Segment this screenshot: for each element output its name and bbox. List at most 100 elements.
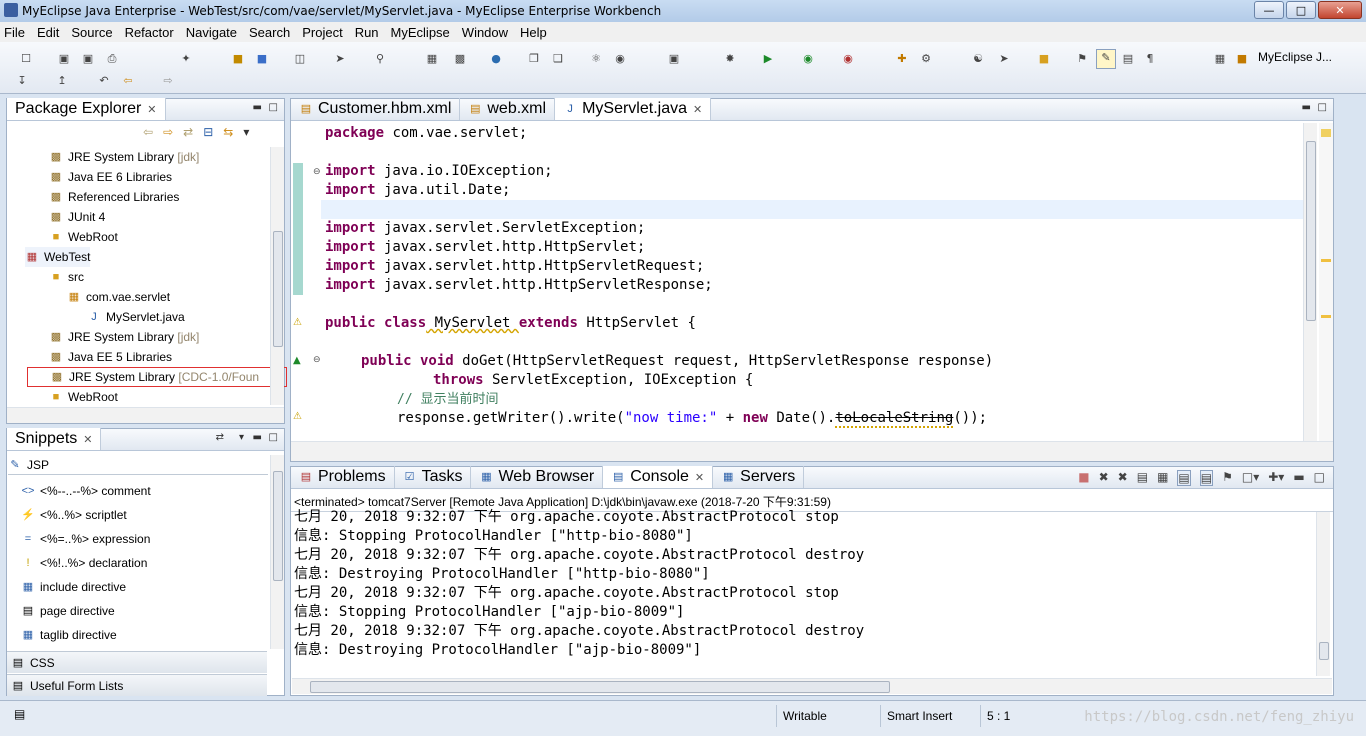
- collapse-all-icon[interactable]: ⊟: [203, 125, 213, 139]
- tab-web-browser[interactable]: ▦ Web Browser: [471, 466, 604, 488]
- menu-search[interactable]: Search: [249, 25, 290, 40]
- hscroll-thumb[interactable]: [310, 681, 890, 693]
- code-line[interactable]: response.getWriter().write("now time:" +…: [397, 409, 987, 428]
- forward-arrow-icon[interactable]: ⇨: [160, 73, 176, 89]
- maximize-view-icon[interactable]: □: [269, 102, 278, 113]
- scroll-thumb[interactable]: [273, 231, 283, 347]
- pin-console-icon[interactable]: ⚑: [1222, 470, 1233, 486]
- close-icon[interactable]: ✕: [693, 103, 702, 116]
- explorer-scrollbar[interactable]: [270, 147, 284, 405]
- back-icon[interactable]: ↶: [96, 73, 112, 89]
- menu-project[interactable]: Project: [302, 25, 342, 40]
- bug-icon[interactable]: ✸: [722, 51, 738, 67]
- copy-icon[interactable]: ❐: [526, 51, 542, 67]
- tab-customer-hbm[interactable]: ▤ Customer.hbm.xml: [291, 98, 461, 120]
- console-line[interactable]: 七月 20, 2018 9:32:07 下午 org.apache.coyote…: [294, 508, 839, 527]
- save-icon[interactable]: ▣: [56, 51, 72, 67]
- link-with-editor-icon[interactable]: ⇆: [223, 125, 233, 139]
- close-icon[interactable]: ✕: [83, 433, 92, 446]
- scroll-thumb[interactable]: [273, 471, 283, 581]
- minimize-view-icon[interactable]: ▬: [253, 432, 262, 443]
- menu-myeclipse[interactable]: MyEclipse: [391, 25, 450, 40]
- web-icon[interactable]: ●: [488, 51, 504, 67]
- clear-console-icon[interactable]: ▦: [1157, 470, 1168, 486]
- snippet-item[interactable]: ! <%!..%> declaration: [21, 553, 147, 573]
- tree-item[interactable]: ▩ JRE System Library [jdk]: [49, 327, 200, 347]
- scroll-lock-icon[interactable]: ▤: [1137, 470, 1148, 486]
- remove-all-icon[interactable]: ✖: [1118, 470, 1128, 486]
- external-tools-icon[interactable]: ◉: [840, 51, 856, 67]
- code-line[interactable]: import javax.servlet.http.HttpServletReq…: [325, 257, 704, 276]
- show-on-output-icon[interactable]: ▤: [1199, 470, 1214, 486]
- menu-navigate[interactable]: Navigate: [186, 25, 237, 40]
- code-line[interactable]: import javax.servlet.http.HttpServletRes…: [325, 276, 713, 295]
- tree-item[interactable]: ▩ Java EE 6 Libraries: [49, 167, 172, 187]
- view-menu-icon[interactable]: ▾: [239, 432, 244, 443]
- snippet-item[interactable]: ▤ page directive: [21, 601, 115, 621]
- console-line[interactable]: 七月 20, 2018 9:32:07 下午 org.apache.coyote…: [294, 622, 864, 641]
- open-console-icon[interactable]: ✚▾: [1268, 470, 1284, 486]
- editor-hscroll[interactable]: [291, 441, 1333, 461]
- folder-icon[interactable]: ■: [1036, 51, 1052, 67]
- snippet-insert-icon[interactable]: ⇄: [216, 432, 224, 443]
- maximize-view-icon[interactable]: □: [1314, 470, 1325, 486]
- code-line[interactable]: package com.vae.servlet;: [325, 124, 527, 143]
- maximize-view-icon[interactable]: □: [1318, 102, 1327, 113]
- minimize-view-icon[interactable]: ▬: [253, 102, 262, 113]
- menu-edit[interactable]: Edit: [37, 25, 59, 40]
- code-comment[interactable]: // 显示当前时间: [397, 390, 498, 409]
- code-line[interactable]: throws ServletException, IOException {: [433, 371, 753, 390]
- snippets-scrollbar[interactable]: [270, 455, 284, 649]
- menu-run[interactable]: Run: [355, 25, 379, 40]
- tree-item[interactable]: ▦ WebTest: [25, 247, 91, 267]
- console-hscroll[interactable]: [292, 678, 1332, 694]
- menu-help[interactable]: Help: [520, 25, 547, 40]
- pin-icon[interactable]: ⚑: [1074, 51, 1090, 67]
- back-arrow-icon[interactable]: ⇦: [120, 73, 136, 89]
- view-menu-icon[interactable]: ▾: [243, 125, 249, 139]
- show-whitespace-icon[interactable]: ¶: [1142, 51, 1158, 67]
- word-wrap-icon[interactable]: ▤: [1177, 470, 1191, 486]
- search-icon[interactable]: ⚲: [372, 51, 388, 67]
- menu-refactor[interactable]: Refactor: [125, 25, 174, 40]
- back-nav-icon[interactable]: ⇦: [143, 125, 153, 139]
- run-icon[interactable]: ▶: [760, 51, 776, 67]
- tree-item[interactable]: ▩ Referenced Libraries: [49, 187, 180, 207]
- scroll-thumb[interactable]: [1319, 642, 1329, 660]
- camera-icon[interactable]: ▣: [666, 51, 682, 67]
- package-icon[interactable]: ■: [230, 51, 246, 67]
- globe-icon[interactable]: ◉: [612, 51, 628, 67]
- tab-snippets[interactable]: Snippets ✕: [7, 428, 102, 450]
- snippet-item[interactable]: ▦ taglib directive: [21, 625, 117, 645]
- debug-config-icon[interactable]: ⚛: [588, 51, 604, 67]
- console-line[interactable]: 信息: Destroying ProtocolHandler ["ajp-bio…: [294, 641, 701, 660]
- menu-file[interactable]: File: [4, 25, 25, 40]
- forward-nav-icon[interactable]: ⇨: [163, 125, 173, 139]
- maximize-button[interactable]: □: [1286, 1, 1316, 19]
- tree-item[interactable]: ▩ Java EE 5 Libraries: [49, 347, 172, 367]
- save-all-icon[interactable]: ▣: [80, 51, 96, 67]
- snippet-item[interactable]: <> <%--..--%> comment: [21, 481, 151, 501]
- drawer-useful-form-lists[interactable]: ▤ Useful Form Lists: [7, 674, 267, 696]
- tab-myservlet-java[interactable]: J MyServlet.java ✕: [555, 98, 712, 120]
- code-line[interactable]: import java.util.Date;: [325, 181, 510, 200]
- drawer-css[interactable]: ▤ CSS: [7, 651, 267, 673]
- next-annotation-icon[interactable]: ↧: [14, 73, 30, 89]
- console-scrollbar[interactable]: [1316, 512, 1330, 676]
- new-package-icon[interactable]: ⚙: [918, 51, 934, 67]
- print-icon[interactable]: ⎙: [104, 51, 120, 67]
- remove-launch-icon[interactable]: ✖: [1099, 470, 1109, 486]
- new-icon[interactable]: ☐: [18, 51, 34, 67]
- open-type-icon[interactable]: ➤: [332, 51, 348, 67]
- close-button[interactable]: ✕: [1318, 1, 1362, 19]
- code-line[interactable]: import javax.servlet.http.HttpServlet;: [325, 238, 645, 257]
- terminate-icon[interactable]: ■: [1078, 470, 1089, 486]
- menu-source[interactable]: Source: [71, 25, 112, 40]
- link-editor-icon[interactable]: ⇄: [183, 125, 193, 139]
- tree-item[interactable]: J MyServlet.java: [87, 307, 184, 327]
- perspective-label[interactable]: MyEclipse J...: [1258, 50, 1332, 64]
- menu-window[interactable]: Window: [462, 25, 508, 40]
- explorer-hscroll[interactable]: [7, 407, 284, 423]
- tree-item[interactable]: ▦ com.vae.servlet: [67, 287, 170, 307]
- perspective-icon[interactable]: ■: [1234, 51, 1250, 67]
